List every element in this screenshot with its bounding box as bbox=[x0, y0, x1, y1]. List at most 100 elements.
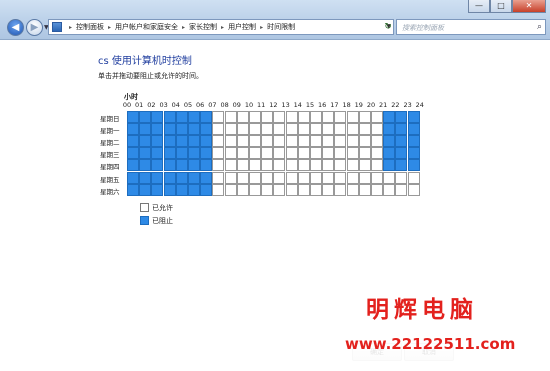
chevron-right-icon[interactable]: ▸ bbox=[260, 24, 263, 31]
time-cell[interactable] bbox=[200, 147, 213, 160]
time-cell[interactable] bbox=[236, 135, 249, 148]
time-cell[interactable] bbox=[322, 171, 335, 184]
time-cell[interactable] bbox=[310, 183, 322, 196]
time-cell[interactable] bbox=[188, 111, 200, 123]
time-cell[interactable] bbox=[249, 147, 261, 160]
time-cell[interactable] bbox=[322, 111, 335, 123]
time-cell[interactable] bbox=[151, 111, 164, 123]
time-cell[interactable] bbox=[139, 123, 152, 136]
time-cell[interactable] bbox=[285, 123, 298, 136]
time-cell[interactable] bbox=[151, 171, 164, 184]
search-input[interactable]: 搜索控制面板 ⌕ bbox=[396, 19, 546, 35]
time-cell[interactable] bbox=[334, 171, 347, 184]
time-cell[interactable] bbox=[407, 135, 420, 148]
time-cell[interactable] bbox=[285, 159, 298, 172]
time-cell[interactable] bbox=[407, 147, 420, 160]
back-button[interactable]: ◀ bbox=[7, 19, 24, 36]
search-icon[interactable]: ⌕ bbox=[537, 22, 542, 32]
time-cell[interactable] bbox=[212, 147, 225, 160]
time-cell[interactable] bbox=[358, 111, 371, 123]
time-cell[interactable] bbox=[139, 111, 152, 123]
time-cell[interactable] bbox=[175, 159, 188, 172]
time-cell[interactable] bbox=[407, 183, 420, 196]
chevron-right-icon[interactable]: ▸ bbox=[69, 24, 72, 31]
time-cell[interactable] bbox=[236, 111, 249, 123]
time-cell[interactable] bbox=[224, 135, 237, 148]
time-cell[interactable] bbox=[188, 147, 200, 160]
time-cell[interactable] bbox=[285, 135, 298, 148]
time-cell[interactable] bbox=[261, 183, 274, 196]
time-cell[interactable] bbox=[407, 123, 420, 136]
time-cell[interactable] bbox=[236, 123, 249, 136]
time-cell[interactable] bbox=[346, 123, 359, 136]
time-cell[interactable] bbox=[200, 111, 213, 123]
time-cell[interactable] bbox=[163, 111, 176, 123]
time-cell[interactable] bbox=[371, 183, 383, 196]
breadcrumb-user-controls[interactable]: 用户控制 bbox=[228, 22, 256, 32]
time-cell[interactable] bbox=[151, 159, 164, 172]
time-cell[interactable] bbox=[297, 123, 310, 136]
time-cell[interactable] bbox=[175, 111, 188, 123]
time-cell[interactable] bbox=[297, 171, 310, 184]
maximize-button[interactable]: □ bbox=[490, 0, 512, 13]
chevron-right-icon[interactable]: ▸ bbox=[108, 24, 111, 31]
time-cell[interactable] bbox=[212, 123, 225, 136]
time-cell[interactable] bbox=[297, 183, 310, 196]
time-cell[interactable] bbox=[322, 123, 335, 136]
time-cell[interactable] bbox=[163, 183, 176, 196]
time-cell[interactable] bbox=[395, 183, 408, 196]
time-cell[interactable] bbox=[358, 183, 371, 196]
time-cell[interactable] bbox=[334, 123, 347, 136]
time-cell[interactable] bbox=[383, 123, 396, 136]
time-cell[interactable] bbox=[224, 147, 237, 160]
time-cell[interactable] bbox=[163, 135, 176, 148]
time-cell[interactable] bbox=[383, 147, 396, 160]
time-cell[interactable] bbox=[334, 183, 347, 196]
time-cell[interactable] bbox=[322, 147, 335, 160]
chevron-right-icon[interactable]: ▸ bbox=[221, 24, 224, 31]
time-cell[interactable] bbox=[261, 147, 274, 160]
time-cell[interactable] bbox=[383, 111, 396, 123]
time-cell[interactable] bbox=[200, 171, 213, 184]
time-cell[interactable] bbox=[395, 111, 408, 123]
time-cell[interactable] bbox=[297, 111, 310, 123]
time-cell[interactable] bbox=[358, 123, 371, 136]
time-cell[interactable] bbox=[334, 159, 347, 172]
time-cell[interactable] bbox=[322, 159, 335, 172]
close-button[interactable]: ✕ bbox=[512, 0, 546, 13]
time-cell[interactable] bbox=[261, 159, 274, 172]
time-cell[interactable] bbox=[273, 183, 286, 196]
time-cell[interactable] bbox=[212, 135, 225, 148]
time-cell[interactable] bbox=[188, 171, 200, 184]
time-cell[interactable] bbox=[273, 135, 286, 148]
time-cell[interactable] bbox=[346, 147, 359, 160]
time-cell[interactable] bbox=[407, 159, 420, 172]
time-cell[interactable] bbox=[127, 171, 139, 184]
time-cell[interactable] bbox=[163, 159, 176, 172]
time-cell[interactable] bbox=[236, 171, 249, 184]
time-cell[interactable] bbox=[310, 123, 322, 136]
time-cell[interactable] bbox=[383, 159, 396, 172]
forward-button[interactable]: ▶ bbox=[26, 19, 43, 36]
time-cell[interactable] bbox=[297, 135, 310, 148]
time-cell[interactable] bbox=[249, 123, 261, 136]
time-cell[interactable] bbox=[383, 183, 396, 196]
time-cell[interactable] bbox=[310, 111, 322, 123]
time-cell[interactable] bbox=[346, 111, 359, 123]
time-cell[interactable] bbox=[261, 111, 274, 123]
time-cell[interactable] bbox=[224, 111, 237, 123]
breadcrumb-user-accounts[interactable]: 用户帐户和家庭安全 bbox=[115, 22, 178, 32]
time-cell[interactable] bbox=[371, 111, 383, 123]
time-cell[interactable] bbox=[163, 147, 176, 160]
time-cell[interactable] bbox=[151, 147, 164, 160]
time-restriction-grid[interactable] bbox=[127, 111, 420, 196]
time-cell[interactable] bbox=[127, 111, 139, 123]
breadcrumb-parental-controls[interactable]: 家长控制 bbox=[189, 22, 217, 32]
time-cell[interactable] bbox=[358, 171, 371, 184]
time-cell[interactable] bbox=[212, 183, 225, 196]
time-cell[interactable] bbox=[249, 159, 261, 172]
time-cell[interactable] bbox=[212, 171, 225, 184]
time-cell[interactable] bbox=[395, 159, 408, 172]
time-cell[interactable] bbox=[407, 171, 420, 184]
time-cell[interactable] bbox=[200, 135, 213, 148]
